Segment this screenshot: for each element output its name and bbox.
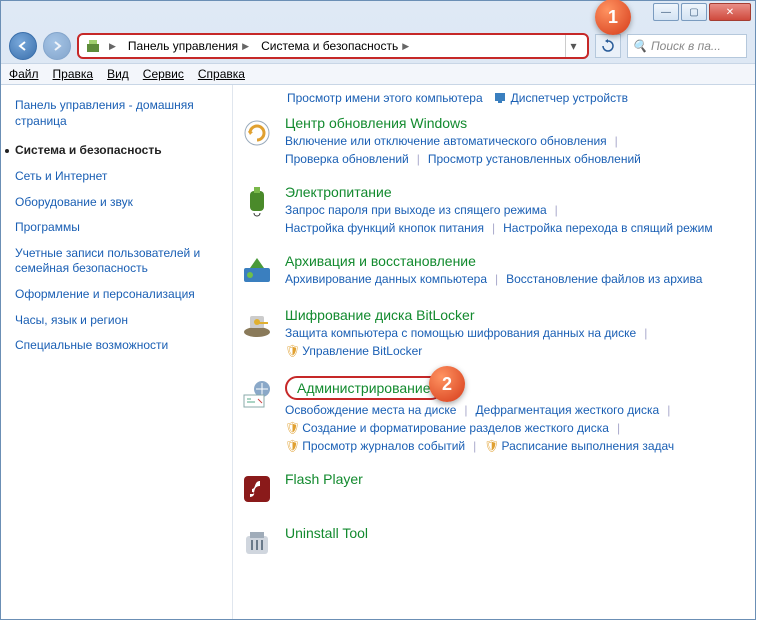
address-dropdown-button[interactable]: ▾ [565, 35, 581, 57]
menu-file[interactable]: Файл [9, 67, 39, 81]
sidebar-home-link[interactable]: Панель управления - домашняя страница [15, 97, 218, 129]
sidebar-item-programs[interactable]: Программы [15, 220, 218, 236]
search-placeholder: Поиск в па... [651, 39, 721, 53]
breadcrumb-system-security[interactable]: Система и безопасность ▶ [257, 37, 413, 55]
group-title-flash[interactable]: Flash Player [285, 471, 747, 487]
sidebar-item-network[interactable]: Сеть и Интернет [15, 169, 218, 185]
sidebar-item-accessibility[interactable]: Специальные возможности [15, 338, 218, 354]
breadcrumb-root-arrow[interactable]: ▶ [105, 39, 120, 54]
sidebar-item-user-accounts[interactable]: Учетные записи пользователей и семейная … [15, 246, 218, 277]
menu-tools[interactable]: Сервис [143, 67, 184, 81]
search-input[interactable]: 🔍 Поиск в па... [627, 34, 747, 58]
link-bitlocker-protect[interactable]: Защита компьютера с помощью шифрования д… [285, 326, 636, 340]
uninstall-icon [239, 525, 275, 561]
link-view-installed-updates[interactable]: Просмотр установленных обновлений [428, 152, 641, 166]
link-require-password-wake[interactable]: Запрос пароля при выходе из спящего режи… [285, 203, 547, 217]
maximize-button[interactable]: ▢ [681, 3, 707, 21]
power-icon [239, 184, 275, 220]
link-backup-computer[interactable]: Архивирование данных компьютера [285, 272, 487, 286]
sidebar-category-list: Система и безопасность Сеть и Интернет О… [15, 143, 218, 353]
sidebar-item-clock-region[interactable]: Часы, язык и регион [15, 313, 218, 329]
link-label: Диспетчер устройств [511, 91, 628, 105]
uac-shield-icon: 🛡 [285, 344, 300, 358]
group-bitlocker: Шифрование диска BitLocker Защита компью… [239, 307, 747, 358]
breadcrumb-label: Система и безопасность [261, 39, 398, 53]
sidebar-item-hardware[interactable]: Оборудование и звук [15, 195, 218, 211]
forward-button[interactable] [43, 32, 71, 60]
callout-marker-1: 1 [595, 0, 631, 35]
menu-bar: Файл Правка Вид Сервис Справка [1, 63, 755, 85]
group-title-power[interactable]: Электропитание [285, 184, 747, 200]
link-manage-bitlocker[interactable]: 🛡Управление BitLocker [285, 344, 422, 358]
navigation-row: ▶ Панель управления ▶ Система и безопасн… [1, 29, 755, 63]
group-windows-update: Центр обновления Windows Включение или о… [239, 115, 747, 166]
group-administration: Администрирование Освобождение места на … [239, 376, 747, 453]
bitlocker-icon [239, 307, 275, 343]
back-button[interactable] [9, 32, 37, 60]
menu-edit[interactable]: Правка [53, 67, 94, 81]
group-title-windows-update[interactable]: Центр обновления Windows [285, 115, 747, 131]
link-restore-files[interactable]: Восстановление файлов из архива [506, 272, 702, 286]
link-sleep-settings[interactable]: Настройка перехода в спящий режим [503, 221, 712, 235]
top-quick-links: Просмотр имени этого компьютера Диспетче… [287, 91, 747, 105]
sidebar-item-system-security[interactable]: Система и безопасность [15, 143, 218, 159]
group-flash-player: Flash Player [239, 471, 747, 507]
admin-tools-icon [239, 376, 275, 412]
refresh-icon [601, 39, 615, 53]
menu-view[interactable]: Вид [107, 67, 129, 81]
backup-icon [239, 253, 275, 289]
uac-shield-icon: 🛡 [285, 421, 300, 435]
link-device-manager[interactable]: Диспетчер устройств [493, 91, 628, 105]
main-panel[interactable]: Просмотр имени этого компьютера Диспетче… [233, 85, 755, 619]
link-create-format-partitions[interactable]: 🛡Создание и форматирование разделов жест… [285, 421, 609, 435]
device-manager-icon [493, 91, 507, 105]
arrow-left-icon [18, 41, 28, 51]
sidebar: Панель управления - домашняя страница Си… [1, 85, 233, 619]
breadcrumb-label: Панель управления [128, 39, 238, 53]
callout-marker-2: 2 [429, 366, 465, 402]
search-icon: 🔍 [632, 39, 647, 53]
minimize-button[interactable]: — [653, 3, 679, 21]
link-disk-cleanup[interactable]: Освобождение места на диске [285, 403, 456, 417]
group-backup: Архивация и восстановление Архивирование… [239, 253, 747, 289]
group-title-uninstall[interactable]: Uninstall Tool [285, 525, 747, 541]
refresh-button[interactable] [595, 34, 621, 58]
breadcrumb-control-panel[interactable]: Панель управления ▶ [124, 37, 253, 55]
link-defragment[interactable]: Дефрагментация жесткого диска [476, 403, 660, 417]
link-check-updates[interactable]: Проверка обновлений [285, 152, 409, 166]
group-title-bitlocker[interactable]: Шифрование диска BitLocker [285, 307, 747, 323]
link-power-button-behavior[interactable]: Настройка функций кнопок питания [285, 221, 484, 235]
uac-shield-icon: 🛡 [484, 439, 499, 453]
group-title-administration[interactable]: Администрирование [285, 376, 443, 400]
flash-icon [239, 471, 275, 507]
windows-update-icon [239, 115, 275, 151]
group-power: Электропитание Запрос пароля при выходе … [239, 184, 747, 235]
chevron-right-icon: ▶ [242, 41, 249, 52]
link-task-scheduler[interactable]: 🛡Расписание выполнения задач [484, 439, 674, 453]
link-auto-update-toggle[interactable]: Включение или отключение автоматического… [285, 134, 607, 148]
menu-help[interactable]: Справка [198, 67, 245, 81]
link-computer-name[interactable]: Просмотр имени этого компьютера [287, 91, 483, 105]
uac-shield-icon: 🛡 [285, 439, 300, 453]
sidebar-item-appearance[interactable]: Оформление и персонализация [15, 287, 218, 303]
address-bar[interactable]: ▶ Панель управления ▶ Система и безопасн… [77, 33, 589, 59]
group-uninstall-tool: Uninstall Tool [239, 525, 747, 561]
titlebar: — ▢ ✕ [1, 1, 755, 29]
group-title-backup[interactable]: Архивация и восстановление [285, 253, 747, 269]
close-button[interactable]: ✕ [709, 3, 751, 21]
chevron-right-icon: ▶ [402, 41, 409, 52]
link-event-logs[interactable]: 🛡Просмотр журналов событий [285, 439, 465, 453]
control-panel-icon [85, 38, 101, 54]
arrow-right-icon [52, 41, 62, 51]
window-body: Панель управления - домашняя страница Си… [1, 85, 755, 619]
